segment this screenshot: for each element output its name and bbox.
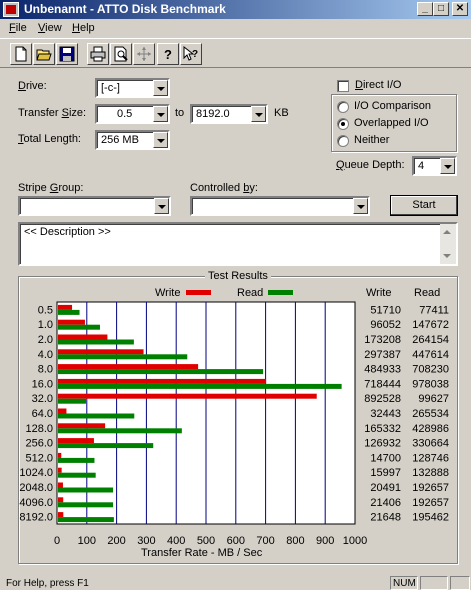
y-tick-label: 8192.0 [19,512,53,524]
write-bar [58,467,62,473]
read-value-label: 99627 [418,393,449,405]
read-bar [58,502,114,508]
read-bar [58,324,100,330]
write-value-label: 21406 [370,497,401,509]
y-tick-label: 64.0 [32,408,53,420]
write-value-label: 14700 [370,452,401,464]
y-tick-label: 2048.0 [19,482,53,494]
write-bar [58,408,67,414]
read-value-label: 132888 [412,467,449,479]
write-bar [58,482,63,488]
x-tick-label: 600 [227,535,245,547]
y-tick-label: 4.0 [38,349,53,361]
write-bar [58,393,317,399]
results-chart: 0 100 200 300 400 500 600 700 800 900 1000 0.5 51710… [19,301,449,547]
x-tick-label: 400 [167,535,185,547]
write-value-label: 15997 [370,467,401,479]
read-bar [58,309,80,315]
y-tick-label: 8.0 [38,364,53,376]
y-tick-label: 32.0 [32,393,53,405]
x-tick-label: 700 [256,535,274,547]
y-tick-label: 256.0 [25,438,53,450]
read-bar [58,339,134,345]
write-value-label: 484933 [364,364,401,376]
write-bar [58,364,199,370]
write-value-label: 126932 [364,438,401,450]
read-bar [58,369,264,375]
read-value-label: 978038 [412,378,449,390]
read-value-label: 708230 [412,364,449,376]
write-bar [58,304,73,310]
read-value-label: 192657 [412,497,449,509]
read-value-label: 77411 [419,304,449,316]
y-tick-label: 16.0 [32,378,53,390]
status-text-pane: For Help, press F1 [2,576,388,590]
write-bar [58,497,64,503]
write-bar [58,438,94,444]
write-bar [58,319,85,325]
write-value-label: 173208 [364,334,401,346]
read-value-label: 264154 [412,334,449,346]
read-value-label: 147672 [412,319,449,331]
write-bar [58,349,144,355]
write-value-label: 21648 [370,512,401,524]
y-tick-label: 4096.0 [19,497,53,509]
status-text: For Help, press F1 [6,578,89,589]
write-bar [58,512,64,518]
status-num-pane: NUM [390,576,418,590]
read-bar [58,517,114,523]
read-value-label: 128746 [412,452,449,464]
x-tick-label: 100 [78,535,96,547]
write-value-label: 718444 [364,378,401,390]
read-bar [58,443,154,449]
y-tick-label: 0.5 [38,304,53,316]
y-tick-label: 128.0 [25,423,53,435]
y-tick-label: 1024.0 [19,467,53,479]
x-tick-label: 300 [137,535,155,547]
read-value-label: 447614 [412,349,449,361]
write-value-label: 297387 [364,349,401,361]
write-bar [58,378,267,384]
read-value-label: 330664 [412,438,449,450]
read-value-label: 428986 [412,423,449,435]
read-bar [58,487,114,493]
y-tick-label: 512.0 [25,452,53,464]
write-value-label: 51710 [370,304,401,316]
write-value-label: 20491 [370,482,401,494]
status-bar: For Help, press F1 NUM [0,574,471,590]
read-value-label: 192657 [412,482,449,494]
size-grip[interactable] [450,576,470,590]
x-tick-label: 0 [54,535,60,547]
x-tick-label: 800 [286,535,304,547]
read-bar [58,428,182,434]
write-bar [58,334,108,340]
read-value-label: 265534 [412,408,449,420]
read-bar [58,472,96,478]
chart-x-axis-label: Transfer Rate - MB / Sec [141,547,263,559]
read-value-label: 195462 [412,512,449,524]
read-bar [58,413,135,419]
status-num: NUM [393,578,416,589]
read-bar [58,383,342,389]
x-tick-label: 1000 [343,535,367,547]
x-tick-label: 900 [316,535,334,547]
status-pane-2 [420,576,448,590]
write-value-label: 165332 [364,423,401,435]
write-bar [58,423,106,429]
read-bar [58,354,188,360]
x-tick-label: 200 [107,535,125,547]
y-tick-label: 1.0 [38,319,53,331]
read-bar [58,457,95,463]
x-tick-label: 500 [197,535,215,547]
write-value-label: 96052 [370,319,401,331]
write-value-label: 32443 [370,408,401,420]
write-value-label: 892528 [364,393,401,405]
write-bar [58,452,62,458]
y-tick-label: 2.0 [38,334,53,346]
read-bar [58,398,86,404]
